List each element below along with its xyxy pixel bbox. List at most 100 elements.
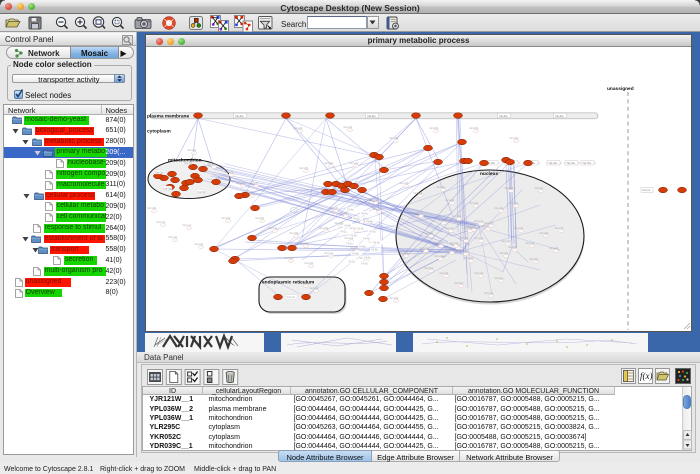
- svg-text:Gnn-2p: Gnn-2p: [373, 207, 382, 211]
- svg-text:Ylr-1c: Ylr-1c: [353, 217, 360, 221]
- svg-text:Unn-2: Unn-2: [642, 188, 650, 192]
- svg-text:Ylr-6c: Ylr-6c: [357, 227, 364, 231]
- svg-text:Gnn-5p: Gnn-5p: [300, 241, 309, 245]
- svg-text:Gnn-1p: Gnn-1p: [445, 226, 454, 230]
- svg-text:Gnn-6p: Gnn-6p: [325, 161, 334, 165]
- svg-text:Yal-3w: Yal-3w: [367, 114, 376, 118]
- svg-text:Gnn-2p: Gnn-2p: [285, 256, 294, 260]
- svg-text:Ypr-5w: Ypr-5w: [582, 161, 592, 165]
- svg-text:Gnn-1p: Gnn-1p: [475, 219, 484, 223]
- svg-text:Gnn-7p: Gnn-7p: [555, 226, 564, 230]
- svg-text:Gnn-8p: Gnn-8p: [509, 245, 518, 249]
- svg-text:Gnn-3p: Gnn-3p: [465, 256, 474, 260]
- svg-text:Gnn-6p: Gnn-6p: [400, 251, 409, 255]
- svg-text:Gnn-6p: Gnn-6p: [305, 261, 314, 265]
- svg-text:Gnn-7p: Gnn-7p: [446, 248, 455, 252]
- svg-text:Ylr-8c: Ylr-8c: [359, 245, 366, 249]
- svg-text:Gnn-9p: Gnn-9p: [460, 236, 469, 240]
- svg-text:Gnn-6p: Gnn-6p: [495, 206, 504, 210]
- svg-text:Gnn-4p: Gnn-4p: [169, 235, 178, 239]
- svg-text:Gnn-5p: Gnn-5p: [455, 281, 464, 285]
- svg-text:Gnn-8p: Gnn-8p: [300, 166, 309, 170]
- svg-text:Gnn-1p: Gnn-1p: [325, 251, 334, 255]
- svg-text:Gnn-9p: Gnn-9p: [438, 218, 447, 222]
- svg-text:Gnn-5p: Gnn-5p: [344, 125, 353, 129]
- svg-text:Gnn-2p: Gnn-2p: [294, 126, 303, 130]
- svg-text:Gnn-3p: Gnn-3p: [535, 186, 544, 190]
- svg-text:Ylr-3c: Ylr-3c: [348, 260, 355, 264]
- svg-text:Yal-3w: Yal-3w: [499, 114, 508, 118]
- svg-text:Gnn-9p: Gnn-9p: [335, 221, 344, 225]
- svg-text:Gnn-3p: Gnn-3p: [435, 254, 444, 258]
- svg-text:unassigned: unassigned: [607, 86, 634, 92]
- svg-text:Gnn-7p: Gnn-7p: [510, 201, 519, 205]
- svg-text:Gnn-8p: Gnn-8p: [290, 231, 299, 235]
- svg-text:Gnn-4p: Gnn-4p: [222, 216, 231, 220]
- svg-text:Gnn-3p: Gnn-3p: [269, 226, 278, 230]
- svg-text:Gnn-9p: Gnn-9p: [188, 148, 197, 152]
- svg-text:Gnn-3p: Gnn-3p: [550, 246, 559, 250]
- svg-text:plasma membrane: plasma membrane: [147, 114, 189, 120]
- svg-text:Gnn-4p: Gnn-4p: [515, 226, 524, 230]
- svg-text:Ylr-4c: Ylr-4c: [347, 208, 354, 212]
- svg-text:Yal-3w: Yal-3w: [235, 114, 244, 118]
- svg-text:Ylr-1c: Ylr-1c: [346, 242, 353, 246]
- svg-text:Gnn-2p: Gnn-2p: [400, 181, 409, 185]
- svg-text:Gnn-4p: Gnn-4p: [420, 246, 429, 250]
- svg-text:Gnn-3p: Gnn-3p: [310, 286, 319, 290]
- svg-text:Ylr-6c: Ylr-6c: [350, 234, 357, 238]
- svg-text:mitochondrion: mitochondrion: [168, 158, 202, 164]
- svg-text:nucleus: nucleus: [480, 171, 498, 177]
- svg-text:Gnn-2p: Gnn-2p: [500, 251, 509, 255]
- svg-text:cytoplasm: cytoplasm: [147, 129, 171, 135]
- svg-text:Ymr-5c: Ymr-5c: [196, 190, 205, 194]
- svg-text:Gnn-8p: Gnn-8p: [510, 136, 519, 140]
- svg-text:Ymr-5c: Ymr-5c: [154, 170, 163, 174]
- svg-text:Ylr-5c: Ylr-5c: [371, 248, 378, 252]
- svg-text:Yal-3w: Yal-3w: [555, 114, 564, 118]
- svg-text:Gnn-8p: Gnn-8p: [540, 231, 549, 235]
- svg-text:Gnn-6p: Gnn-6p: [470, 201, 479, 205]
- svg-text:Gnn-5p: Gnn-5p: [390, 296, 399, 300]
- svg-text:Gnn-5p: Gnn-5p: [450, 241, 459, 245]
- svg-text:Gnn-3p: Gnn-3p: [526, 241, 535, 245]
- svg-text:Gnn-3p: Gnn-3p: [464, 226, 473, 230]
- svg-text:Gnn-6p: Gnn-6p: [530, 257, 539, 261]
- svg-text:Gnn-1p: Gnn-1p: [485, 291, 494, 295]
- svg-text:Ylr-0c: Ylr-0c: [361, 262, 368, 266]
- svg-text:Ymr-1c: Ymr-1c: [287, 295, 296, 299]
- svg-text:Gnn-7p: Gnn-7p: [250, 181, 259, 185]
- svg-text:Gnn-2p: Gnn-2p: [414, 191, 423, 195]
- svg-text:Gnn-8p: Gnn-8p: [256, 216, 265, 220]
- svg-text:Gnn-8p: Gnn-8p: [435, 241, 444, 245]
- svg-text:Ylr-6c: Ylr-6c: [364, 256, 371, 260]
- svg-text:Gnn-7p: Gnn-7p: [475, 236, 484, 240]
- svg-text:Gnn-2p: Gnn-2p: [350, 161, 359, 165]
- svg-text:Gnn-3p: Gnn-3p: [437, 185, 446, 189]
- svg-text:Ylr-1c: Ylr-1c: [340, 230, 347, 234]
- svg-text:Gnn-7p: Gnn-7p: [237, 181, 246, 185]
- svg-text:Gnn-4p: Gnn-4p: [475, 271, 484, 275]
- svg-text:Gnn-7p: Gnn-7p: [208, 162, 217, 166]
- svg-text:Gnn-7p: Gnn-7p: [225, 170, 234, 174]
- svg-text:f(x): f(x): [640, 371, 653, 381]
- svg-text:Gnn-7p: Gnn-7p: [502, 239, 511, 243]
- svg-text:Gnn-1p: Gnn-1p: [495, 276, 504, 280]
- svg-text:Gnn-5p: Gnn-5p: [453, 214, 462, 218]
- svg-text:Gnn-7p: Gnn-7p: [157, 220, 166, 224]
- svg-text:Ymr-5c: Ymr-5c: [162, 186, 171, 190]
- svg-text:Ypr-3w: Ypr-3w: [548, 161, 558, 165]
- svg-text:Gnn-7p: Gnn-7p: [485, 221, 494, 225]
- svg-text:Gnn-3p: Gnn-3p: [330, 206, 339, 210]
- svg-text:endoplasmic reticulum: endoplasmic reticulum: [262, 280, 314, 286]
- svg-text:Gnn-4p: Gnn-4p: [460, 249, 469, 253]
- svg-text:Gnn-8p: Gnn-8p: [430, 126, 439, 130]
- svg-text:Gnn-9p: Gnn-9p: [425, 231, 434, 235]
- svg-text:Gnn-5p: Gnn-5p: [425, 266, 434, 270]
- svg-text:Ylr-3c: Ylr-3c: [369, 230, 376, 234]
- svg-text:Ylr-4c: Ylr-4c: [361, 212, 368, 216]
- svg-text:Ylr-0c: Ylr-0c: [373, 241, 380, 245]
- svg-text:Gnn-2p: Gnn-2p: [195, 242, 204, 246]
- svg-text:Gnn-9p: Gnn-9p: [505, 186, 514, 190]
- svg-text:Ylr-8c: Ylr-8c: [366, 220, 373, 224]
